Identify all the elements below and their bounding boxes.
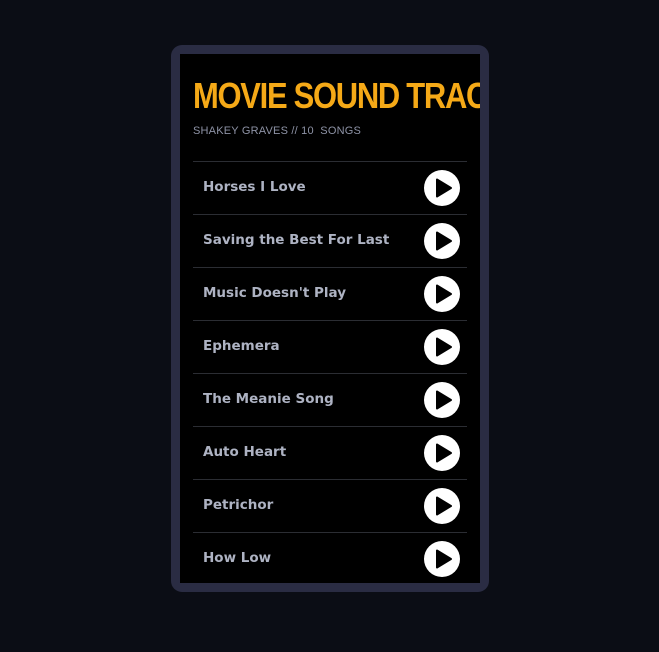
song-row[interactable]: Auto Heart xyxy=(193,426,467,479)
song-row[interactable]: Saving the Best For Last xyxy=(193,214,467,267)
playlist-card-frame: MOVIE SOUND TRACK SHAKEY GRAVES // 10 SO… xyxy=(171,45,489,592)
play-icon xyxy=(436,549,452,569)
song-row[interactable]: Ephemera xyxy=(193,320,467,373)
song-list: Horses I Love Saving the Best For Last Mus… xyxy=(193,161,467,583)
song-row[interactable]: The Meanie Song xyxy=(193,373,467,426)
song-title: The Meanie Song xyxy=(203,391,334,407)
play-icon xyxy=(436,496,452,516)
playlist-subtitle: SHAKEY GRAVES // 10 SONGS xyxy=(193,125,362,137)
play-icon xyxy=(436,231,452,251)
play-button[interactable] xyxy=(424,329,460,365)
play-icon xyxy=(436,178,452,198)
play-button[interactable] xyxy=(424,435,460,471)
play-icon xyxy=(436,337,452,357)
song-title: Saving the Best For Last xyxy=(203,232,390,248)
song-title: Music Doesn't Play xyxy=(203,285,346,301)
song-title: Horses I Love xyxy=(203,179,306,195)
play-icon xyxy=(436,284,452,304)
playlist-card: MOVIE SOUND TRACK SHAKEY GRAVES // 10 SO… xyxy=(180,54,480,583)
song-title: Ephemera xyxy=(203,338,280,354)
playlist-title: MOVIE SOUND TRACK xyxy=(193,75,480,116)
play-button[interactable] xyxy=(424,276,460,312)
song-row[interactable]: How Low xyxy=(193,532,467,583)
song-row[interactable]: Petrichor xyxy=(193,479,467,532)
play-button[interactable] xyxy=(424,223,460,259)
song-title: Petrichor xyxy=(203,497,274,513)
play-button[interactable] xyxy=(424,541,460,577)
play-button[interactable] xyxy=(424,382,460,418)
play-button[interactable] xyxy=(424,170,460,206)
song-row[interactable]: Music Doesn't Play xyxy=(193,267,467,320)
song-title: Auto Heart xyxy=(203,444,287,460)
song-row[interactable]: Horses I Love xyxy=(193,161,467,214)
play-button[interactable] xyxy=(424,488,460,524)
play-icon xyxy=(436,443,452,463)
play-icon xyxy=(436,390,452,410)
song-title: How Low xyxy=(203,550,272,566)
